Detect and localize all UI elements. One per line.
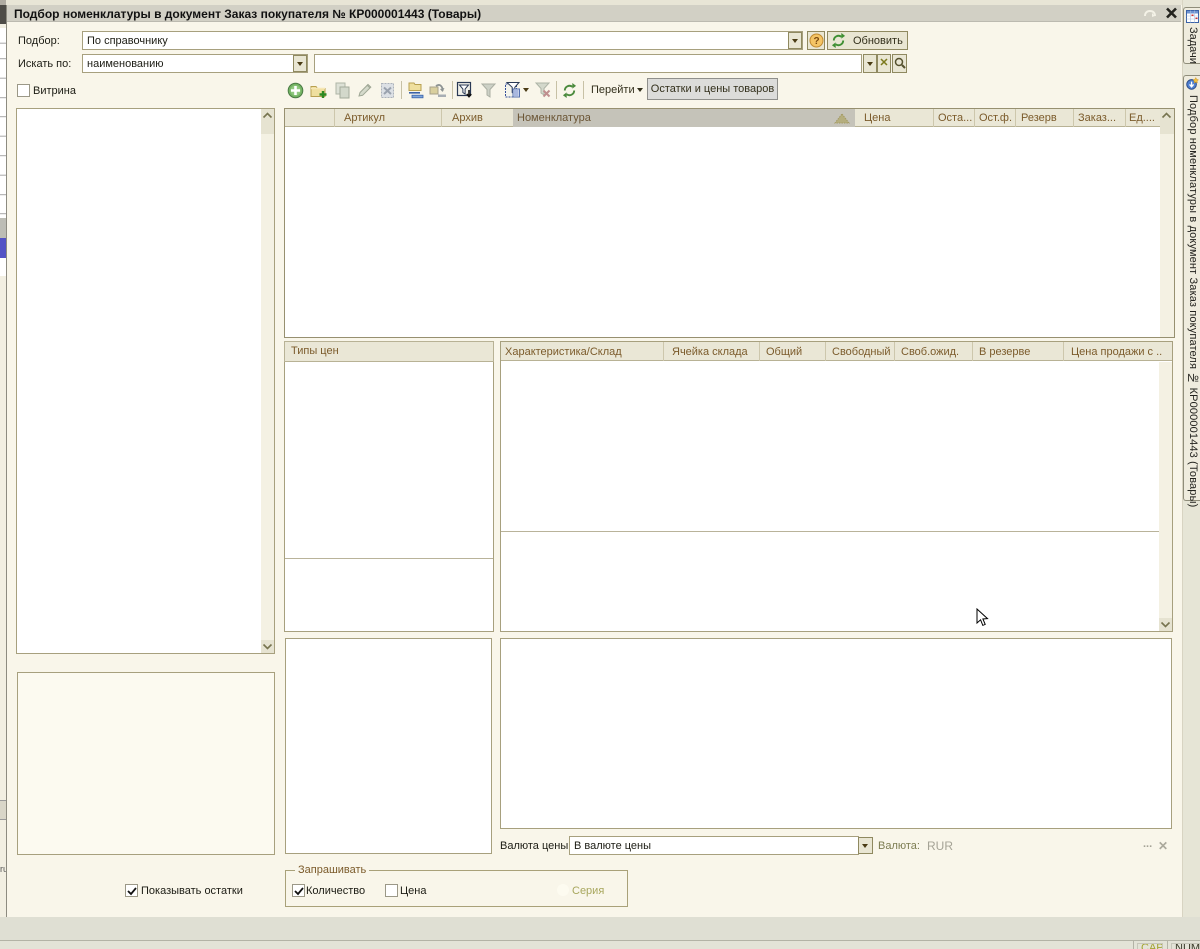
svg-text:?: ? [813,36,819,47]
